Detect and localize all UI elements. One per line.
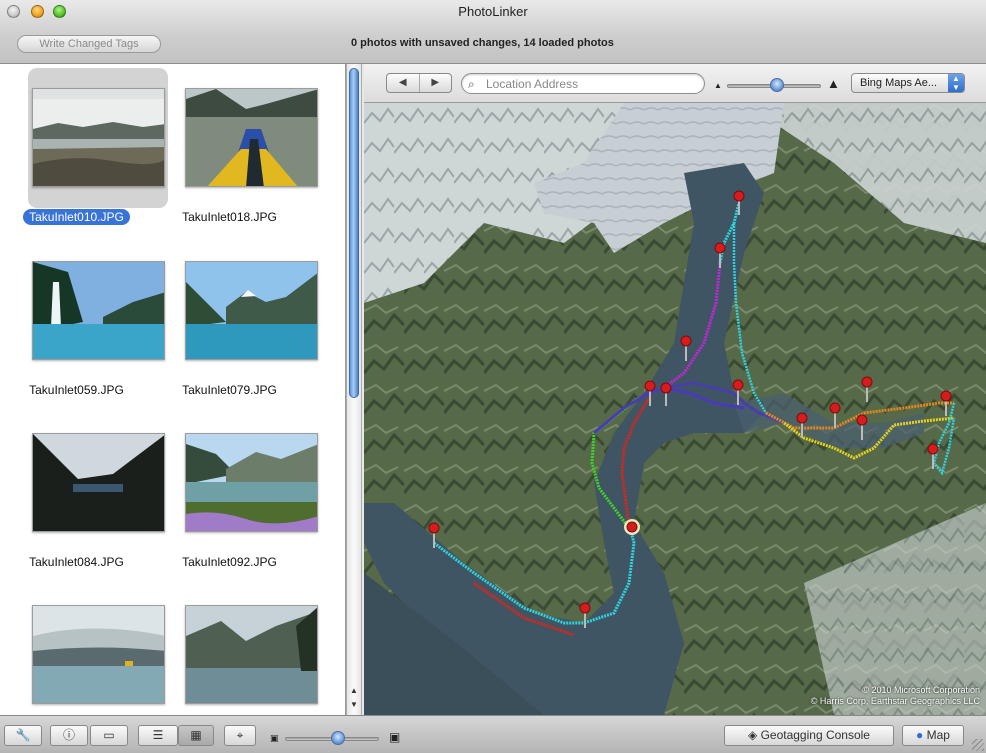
thumbnail-small-icon[interactable]: ▣ [270,733,279,744]
photo-thumbnail[interactable] [32,261,165,360]
grid-view-icon[interactable]: ▦ [178,725,214,746]
photo-thumbnail[interactable] [32,605,165,704]
window-resize-grip-icon[interactable] [972,739,984,751]
select-arrows-icon: ▲ ▼ [948,74,964,92]
map-copyright: © 2010 Microsoft Corporation © Harris Co… [811,685,980,707]
map-canvas [364,103,986,715]
list-view-icon[interactable]: ☰ [138,725,178,746]
info-icon[interactable]: ⓘ [50,725,88,746]
geotag-icon: ◈ [748,728,761,742]
photo-filename: TakuInlet018.JPG [182,210,277,224]
photo-browser: TakuInlet010.JPG TakuInlet018.JPG TakuIn… [0,64,346,715]
photo-scrollbar[interactable]: ▲ ▼ [346,64,362,715]
back-arrow-icon[interactable]: ◀ [387,74,420,92]
search-icon[interactable]: ⌕ [468,77,475,92]
photo-thumbnail[interactable] [185,605,318,704]
zoom-in-mountain-icon[interactable]: ▲ [827,76,840,91]
photo-cell[interactable]: TakuInlet092.JPG [153,408,318,580]
thumbnail-large-icon[interactable]: ▣ [389,730,400,744]
scrollbar-thumb[interactable] [349,68,359,398]
photo-filename[interactable]: TakuInlet010.JPG [0,209,153,225]
bottom-toolbar: 🔧 ⓘ ▭ ☰ ▦ ⌖ ▣ ▣ ◈ Geotagging Console ● M… [0,715,986,753]
photo-thumbnail[interactable] [32,433,165,532]
location-search-field[interactable]: ⌕ [461,73,705,94]
geotagging-console-button[interactable]: ◈ Geotagging Console [724,725,894,746]
window-title: PhotoLinker [458,4,528,19]
globe-icon: ● [916,728,924,742]
photo-cell[interactable]: TakuInlet079.JPG [153,236,318,408]
forward-arrow-icon[interactable]: ▶ [420,74,452,92]
zoom-out-mountain-icon[interactable]: ▲ [714,81,722,90]
photo-filename: TakuInlet084.JPG [29,555,124,569]
photo-cell[interactable] [153,580,318,715]
map-zoom-slider-knob[interactable] [770,78,784,92]
zoom-to-fit-icon[interactable]: ⌖ [224,725,256,746]
preview-panel-icon[interactable]: ▭ [90,725,128,746]
satellite-map[interactable]: © 2010 Microsoft Corporation © Harris Co… [364,103,986,715]
title-bar: PhotoLinker Write Changed Tags 0 photos … [0,0,986,64]
scroll-down-arrow-icon[interactable]: ▼ [350,700,358,709]
scroll-up-arrow-icon[interactable]: ▲ [350,686,358,695]
photo-status-text: 0 photos with unsaved changes, 14 loaded… [351,37,614,49]
copyright-line: © Harris Corp, Earthstar Geographics LLC [810,696,980,706]
map-toolbar: ◀ ▶ ⌕ ▲ ▲ Bing Maps Ae... ▲▼ [364,64,986,103]
photo-filename: TakuInlet079.JPG [182,383,277,397]
thumbnail-size-slider-knob[interactable] [331,731,345,745]
map-type-value: Bing Maps Ae... [860,77,938,89]
map-button-label: Map [926,728,950,742]
photo-thumbnail[interactable] [32,88,165,187]
photo-cell[interactable] [0,580,165,715]
copyright-line: © 2010 Microsoft Corporation [862,685,980,695]
map-type-select[interactable]: Bing Maps Ae... ▲ ▼ [851,73,965,93]
geotagging-console-label: Geotagging Console [760,728,870,742]
photo-thumbnail[interactable] [185,433,318,532]
photo-cell[interactable]: TakuInlet084.JPG [0,408,165,580]
tools-wrench-icon[interactable]: 🔧 [4,725,42,746]
photo-cell[interactable]: TakuInlet010.JPG [0,64,168,236]
map-history-control: ◀ ▶ [386,73,452,93]
location-address-input[interactable] [486,76,696,91]
photo-thumbnail[interactable] [185,88,318,187]
write-changed-tags-button[interactable]: Write Changed Tags [17,35,161,53]
map-button[interactable]: ● Map [902,725,964,746]
photo-thumbnail[interactable] [185,261,318,360]
photo-filename: TakuInlet059.JPG [29,383,124,397]
photo-cell[interactable]: TakuInlet059.JPG [0,236,165,408]
photo-filename: TakuInlet092.JPG [182,555,277,569]
photo-cell[interactable]: TakuInlet018.JPG [153,64,318,236]
